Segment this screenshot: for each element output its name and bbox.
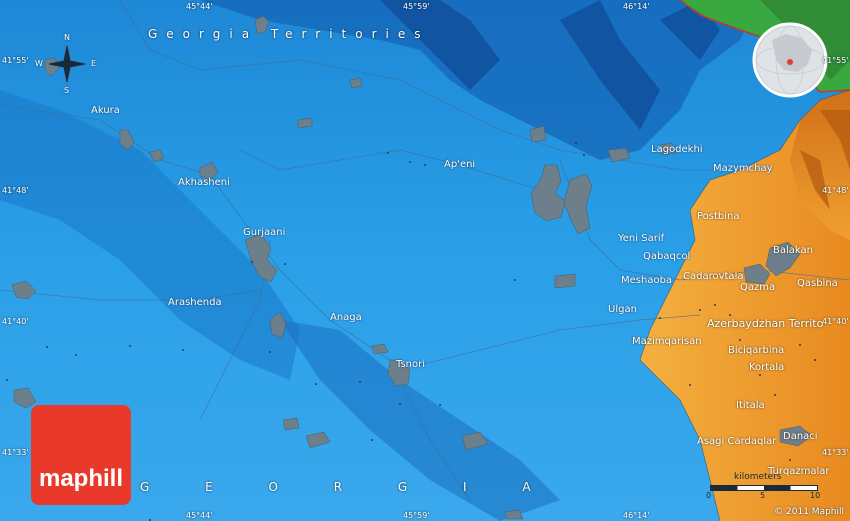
coord-bottom-3: 46°14' bbox=[623, 511, 650, 520]
maphill-logo[interactable]: maphill bbox=[31, 405, 131, 505]
place-tsnori[interactable]: Tsnori bbox=[396, 359, 425, 370]
logo-text: maphill bbox=[38, 465, 123, 492]
place-postbina[interactable]: Postbina bbox=[697, 211, 740, 222]
place-gurjaani[interactable]: Gurjaani bbox=[243, 227, 285, 238]
compass-west-label: W bbox=[35, 59, 43, 68]
place-danaci[interactable]: Danaci bbox=[783, 431, 818, 442]
place-lagodekhi[interactable]: Lagodekhi bbox=[651, 144, 703, 155]
region-georgia-territories: Georgia Territories bbox=[148, 27, 430, 41]
place-anaga[interactable]: Anaga bbox=[330, 312, 362, 323]
scale-bar: kilometers 0 5 10 bbox=[706, 472, 822, 504]
compass-east-label: E bbox=[91, 59, 97, 68]
place-mazymchay[interactable]: Mazymchay bbox=[713, 163, 773, 174]
compass-south-label: S bbox=[64, 86, 70, 95]
place-asagi-cardaqlar[interactable]: Asagi Cardaqlar bbox=[697, 436, 776, 447]
place-meshaoba[interactable]: Meshaoba bbox=[621, 275, 672, 286]
place-kortala[interactable]: Kortala bbox=[749, 362, 784, 373]
coord-right-2: 41°48' bbox=[822, 186, 849, 195]
place-akura[interactable]: Akura bbox=[91, 105, 120, 116]
place-qazma[interactable]: Qazma bbox=[740, 282, 775, 293]
scale-title: kilometers bbox=[734, 472, 782, 482]
place-akhasheni[interactable]: Akhasheni bbox=[178, 177, 230, 188]
place-arashenda[interactable]: Arashenda bbox=[168, 297, 222, 308]
coord-left-4: 41°33' bbox=[2, 448, 29, 457]
coord-bottom-1: 45°44' bbox=[186, 511, 213, 520]
place-qasbina[interactable]: Qasbina bbox=[797, 278, 838, 289]
coord-bottom-2: 45°59' bbox=[403, 511, 430, 520]
coord-left-2: 41°48' bbox=[2, 186, 29, 195]
globe-icon bbox=[752, 22, 828, 98]
place-yeni-sarif[interactable]: Yeni Sarif bbox=[618, 233, 664, 244]
place-ititala[interactable]: Ititala bbox=[736, 400, 765, 411]
place-cadarovtala[interactable]: Cadarovtala bbox=[683, 271, 743, 282]
copyright-text: © 2011 Maphill bbox=[774, 507, 844, 517]
place-qabaqcol[interactable]: Qabaqcol bbox=[643, 251, 690, 262]
region-georgia: G E O R G I A bbox=[140, 480, 557, 494]
scale-tick-0: 0 bbox=[706, 491, 712, 500]
coord-right-3: 41°40' bbox=[822, 317, 849, 326]
coord-right-1: 41°55' bbox=[822, 56, 849, 65]
compass-north-label: N bbox=[64, 33, 70, 42]
coord-top-3: 46°14' bbox=[623, 2, 650, 11]
place-biciqarbina[interactable]: Biciqarbina bbox=[728, 345, 784, 356]
region-azerbaijan: Azerbaydzhan Territo bbox=[707, 317, 824, 330]
coord-top-1: 45°44' bbox=[186, 2, 213, 11]
coord-top-2: 45°59' bbox=[403, 2, 430, 11]
place-ulgan[interactable]: Ulgan bbox=[608, 304, 637, 315]
scale-tick-10: 10 bbox=[810, 491, 821, 500]
coord-right-4: 41°33' bbox=[822, 448, 849, 457]
place-mazimqarisan[interactable]: Mazimqarisan bbox=[632, 336, 702, 347]
place-balakan[interactable]: Balakan bbox=[773, 245, 813, 256]
coord-left-3: 41°40' bbox=[2, 317, 29, 326]
coord-left-1: 41°55' bbox=[2, 56, 29, 65]
place-apeni[interactable]: Ap'eni bbox=[444, 159, 475, 170]
scale-tick-5: 5 bbox=[760, 491, 766, 500]
